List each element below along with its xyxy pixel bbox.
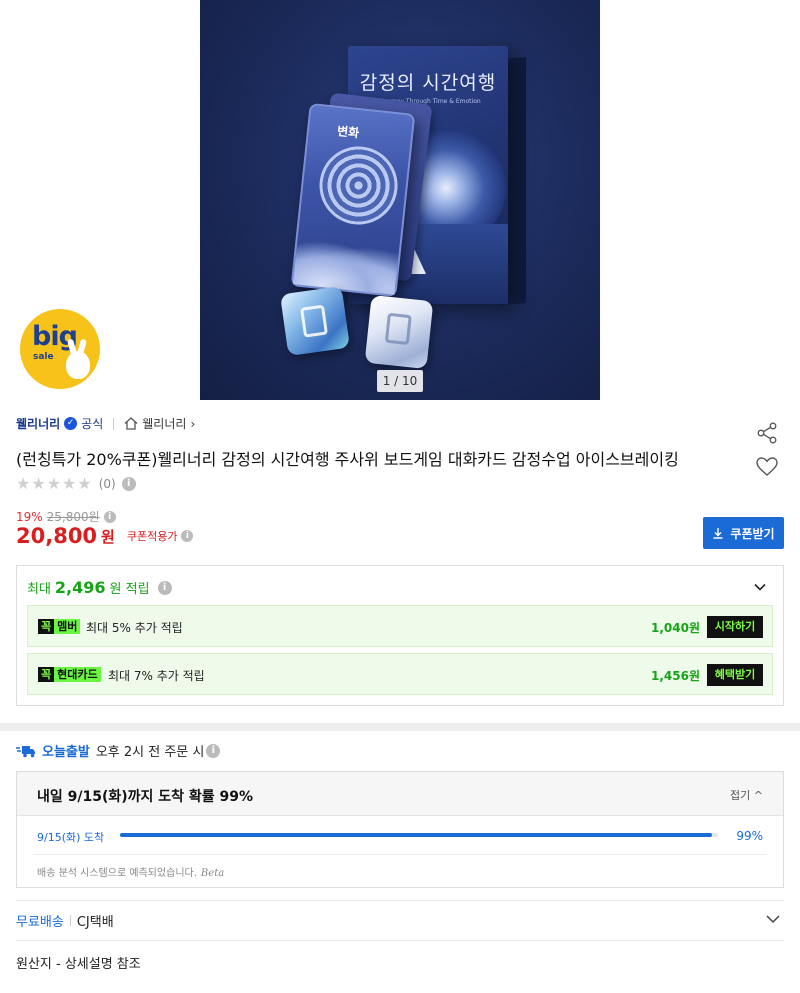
info-icon[interactable]: i <box>121 476 136 491</box>
price-row: 20,800 원 쿠폰적용가 i <box>16 524 194 548</box>
eta-panel: 내일 9/15(화)까지 도착 확률 99% 접기 ^ 9/15(화) 도착 9… <box>16 771 784 888</box>
tag-prefix: 꼭 <box>38 667 55 682</box>
card-spiral <box>315 142 402 229</box>
carrier-name: CJ택배 <box>76 915 114 930</box>
dice-blue <box>279 285 351 357</box>
card-text: 변화 <box>336 124 360 141</box>
store-link[interactable]: 웰리너리 <box>142 415 186 432</box>
rewards-panel: 최대 2,496 원 적립 i 꼭 멤버 최대 5% 추가 적립 1,040원 시… <box>16 565 784 706</box>
reward-desc: 최대 7% 추가 적립 <box>108 669 205 683</box>
price-unit: 원 <box>101 527 115 546</box>
hourglass-icon <box>384 312 412 346</box>
rating-stars: ★★★★★ <box>16 474 93 493</box>
card-clouds <box>292 238 400 295</box>
rewards-header[interactable]: 최대 2,496 원 적립 i <box>27 578 172 597</box>
tag-label: 멤버 <box>54 619 81 634</box>
product-title: (런칭특가 20%쿠폰)웰리너리 감정의 시간여행 주사위 보드게임 대화카드 … <box>16 450 679 469</box>
chevron-down-icon[interactable] <box>753 580 767 594</box>
card-tag: 꼭 현대카드 <box>38 667 101 682</box>
delivery-header: 오늘출발 오후 2시 전 주문 시 i <box>16 741 221 760</box>
seller-row: 웰리너리 ✓ 공식 웰리너리 › <box>16 415 195 432</box>
coupon-applied-label: 쿠폰적용가 <box>126 530 178 543</box>
big-sale-badge: big sale <box>20 309 100 389</box>
member-tag: 꼭 멤버 <box>38 619 81 634</box>
reward-row-card: 꼭 현대카드 최대 7% 추가 적립 1,456원 혜택받기 <box>27 653 773 695</box>
game-card: 변화 <box>290 102 416 298</box>
tag-label: 현대카드 <box>54 667 101 682</box>
eta-date: 9/15(화) 도착 <box>37 831 105 844</box>
rating-row[interactable]: ★★★★★ (0) i <box>16 474 136 493</box>
eta-percent: 99% <box>736 829 763 843</box>
coupon-button-label: 쿠폰받기 <box>730 526 775 541</box>
shipping-condition: 오후 2시 전 주문 시 <box>95 745 205 760</box>
bunny-icon <box>66 351 90 379</box>
info-icon[interactable]: i <box>103 510 116 523</box>
home-icon <box>124 417 138 430</box>
store-chevron-icon: › <box>190 416 196 431</box>
download-icon <box>713 528 723 539</box>
shipping-row[interactable]: 무료배송 CJ택배 <box>16 911 114 930</box>
info-icon[interactable]: i <box>181 530 194 542</box>
rewards-prefix: 최대 <box>27 582 51 597</box>
discount-percent: 19% <box>16 509 43 524</box>
product-image[interactable]: 감정의 시간여행 A Journey Through Time & Emotio… <box>200 0 600 400</box>
eta-note: 배송 분석 시스템으로 예측되었습니다. Beta <box>37 864 224 879</box>
divider <box>113 417 115 430</box>
beta-label: Beta <box>200 868 225 879</box>
info-icon[interactable]: i <box>157 580 172 595</box>
hourglass-icon <box>300 304 328 338</box>
fast-delivery-icon <box>16 745 35 757</box>
box-title: 감정의 시간여행 <box>359 72 497 94</box>
origin-info: 원산지 - 상세설명 참조 <box>16 957 141 972</box>
dice-clear <box>364 294 434 370</box>
discount-row: 19% 25,800원 i <box>16 508 116 525</box>
image-counter: 1 / 10 <box>377 370 423 392</box>
review-count: (0) <box>98 476 116 491</box>
verified-check-icon: ✓ <box>64 417 78 430</box>
share-icon[interactable] <box>756 422 778 444</box>
chevron-down-icon[interactable] <box>765 912 781 926</box>
benefit-button[interactable]: 혜택받기 <box>707 664 763 686</box>
divider <box>16 900 784 901</box>
rewards-amount: 2,496 <box>54 578 106 597</box>
official-label: 공식 <box>81 417 104 431</box>
divider <box>69 915 71 926</box>
reward-row-member: 꼭 멤버 최대 5% 추가 적립 1,040원 시작하기 <box>27 605 773 647</box>
coupon-button[interactable]: 쿠폰받기 <box>703 517 784 549</box>
reward-desc: 최대 5% 추가 적립 <box>86 621 183 635</box>
collapse-toggle[interactable]: 접기 ^ <box>730 787 763 803</box>
eta-title: 내일 9/15(화)까지 도착 확률 99% <box>37 789 254 805</box>
badge-sale-text: sale <box>33 352 54 362</box>
section-divider <box>0 723 800 731</box>
heart-icon[interactable] <box>756 457 778 477</box>
collapse-label: 접기 <box>730 789 751 802</box>
eta-header: 내일 9/15(화)까지 도착 확률 99% 접기 ^ <box>17 772 783 816</box>
original-price: 25,800원 <box>46 510 100 524</box>
eta-progress-bar <box>120 833 718 837</box>
rewards-suffix: 원 적립 <box>109 582 150 597</box>
divider <box>16 940 784 941</box>
eta-note-text: 배송 분석 시스템으로 예측되었습니다. <box>37 868 197 879</box>
seller-name[interactable]: 웰리너리 <box>16 415 60 432</box>
reward-points: 1,040원 <box>651 621 700 635</box>
free-shipping-label: 무료배송 <box>16 915 64 930</box>
info-icon[interactable]: i <box>206 743 221 758</box>
eta-progress-fill <box>120 833 713 837</box>
sale-price: 20,800 <box>16 524 98 548</box>
chevron-up-icon: ^ <box>753 789 763 802</box>
reward-points: 1,456원 <box>651 669 700 683</box>
divider <box>33 854 767 855</box>
tag-prefix: 꼭 <box>38 619 55 634</box>
today-shipping-label: 오늘출발 <box>42 745 90 760</box>
start-button[interactable]: 시작하기 <box>707 616 763 638</box>
